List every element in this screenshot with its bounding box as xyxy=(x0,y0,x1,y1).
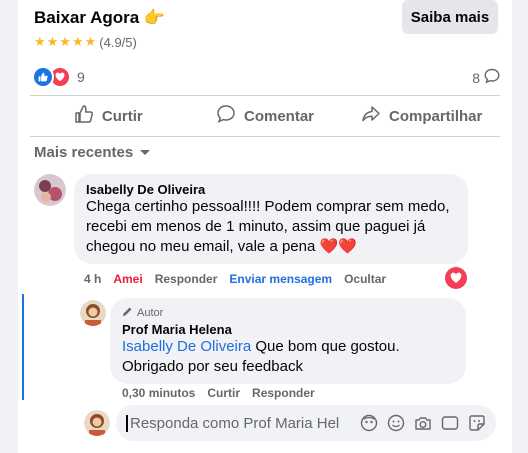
heart-icon[interactable] xyxy=(445,267,467,289)
reply-bubble: Autor Prof Maria Helena Isabelly De Oliv… xyxy=(110,298,466,384)
love-reaction-button[interactable]: Amei xyxy=(113,272,142,286)
comment-text: Chega certinho pessoal!!!! Podem comprar… xyxy=(86,198,450,255)
reaction-count: 9 xyxy=(77,69,85,85)
comment-time[interactable]: 4 h xyxy=(84,272,101,286)
avatar[interactable] xyxy=(80,300,106,326)
post-actions: Curtir Comentar Compartilhar xyxy=(30,96,500,136)
avatar-sticker-icon[interactable] xyxy=(360,414,378,432)
comment-actions: 4 h Amei Responder Enviar mensagem Ocult… xyxy=(84,272,386,286)
pointing-hand-emoji: 👉 xyxy=(143,8,166,27)
learn-more-button[interactable]: Saiba mais xyxy=(402,0,498,34)
comment-sort-dropdown[interactable]: Mais recentes xyxy=(34,144,151,161)
avatar[interactable] xyxy=(34,174,66,206)
reply-button[interactable]: Responder xyxy=(252,386,315,400)
mention-link[interactable]: Isabelly De Oliveira xyxy=(122,338,251,355)
camera-icon[interactable] xyxy=(414,414,432,432)
like-button[interactable]: Curtir xyxy=(207,386,240,400)
sticker-icon[interactable] xyxy=(468,414,486,432)
thumbs-up-icon xyxy=(32,66,54,88)
share-label: Compartilhar xyxy=(389,107,483,125)
reply-button[interactable]: Responder xyxy=(155,272,218,286)
share-button[interactable]: Compartilhar xyxy=(343,96,500,136)
comment-author[interactable]: Isabelly De Oliveira xyxy=(86,182,456,197)
reaction-summary[interactable]: 9 xyxy=(32,66,85,88)
comment-button[interactable]: Comentar xyxy=(187,96,344,136)
gif-icon[interactable] xyxy=(441,414,459,432)
reply-thread-line xyxy=(22,294,24,400)
caret-down-icon xyxy=(139,144,151,161)
like-label: Curtir xyxy=(101,107,143,125)
emoji-icon[interactable] xyxy=(387,414,405,432)
share-icon xyxy=(361,104,381,128)
comment-icon xyxy=(484,68,500,87)
ad-rating: ★★★★★ (4.9/5) xyxy=(34,34,137,50)
sort-label: Mais recentes xyxy=(34,144,134,161)
reply-box xyxy=(116,405,496,441)
ad-rating-value: (4.9/5) xyxy=(99,34,137,50)
hide-button[interactable]: Ocultar xyxy=(344,272,386,286)
pencil-icon xyxy=(122,306,133,320)
post-card: Baixar Agora 👉 ★★★★★ (4.9/5) Saiba mais … xyxy=(18,0,512,453)
star-rating-icon: ★★★★★ xyxy=(34,34,98,49)
reply-actions: 0,30 minutos Curtir Responder xyxy=(122,386,315,400)
author-badge: Autor xyxy=(122,306,454,320)
like-button[interactable]: Curtir xyxy=(30,96,187,136)
ad-title-text: Baixar Agora xyxy=(34,8,140,27)
comment-bubble: Isabelly De Oliveira Chega certinho pess… xyxy=(74,174,468,264)
comment-label: Comentar xyxy=(244,107,315,125)
reply-input[interactable] xyxy=(126,414,340,432)
reply-time[interactable]: 0,30 minutos xyxy=(122,386,195,400)
reply-author[interactable]: Prof Maria Helena xyxy=(122,322,454,337)
comment-count[interactable]: 8 xyxy=(472,68,500,87)
send-message-link[interactable]: Enviar mensagem xyxy=(229,272,332,286)
author-badge-label: Autor xyxy=(137,307,164,319)
reply-tools xyxy=(360,414,486,432)
avatar xyxy=(84,410,110,436)
comment-icon xyxy=(216,104,236,128)
divider xyxy=(30,136,500,137)
comment-count-value: 8 xyxy=(472,69,480,86)
reply-text: Isabelly De Oliveira Que bom que gostou.… xyxy=(122,337,454,377)
thumbs-up-icon xyxy=(74,104,94,128)
ad-title[interactable]: Baixar Agora 👉 xyxy=(34,8,165,28)
